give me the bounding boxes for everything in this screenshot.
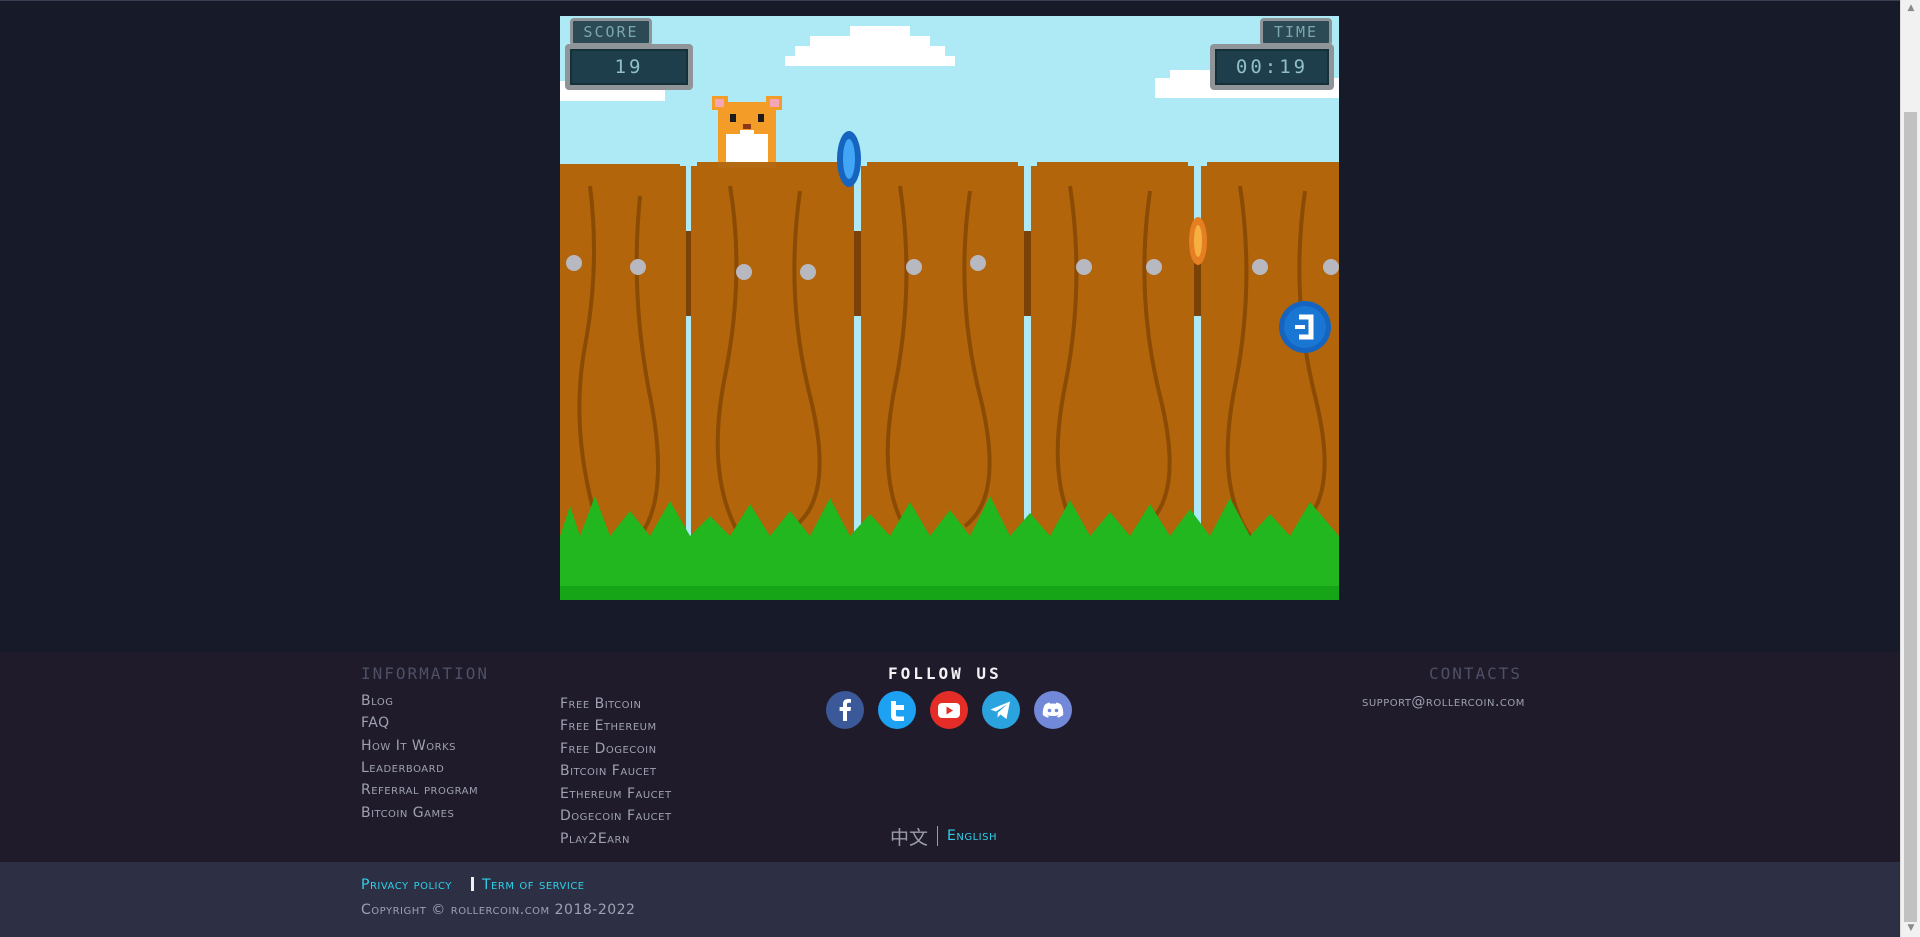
footer-link-leaderboard[interactable]: Leaderboard — [361, 760, 444, 776]
score-label: SCORE — [570, 18, 652, 46]
footer-link-faq[interactable]: FAQ — [361, 715, 390, 731]
footer-link-dogecoin-faucet[interactable]: Dogecoin Faucet — [560, 808, 672, 824]
copyright-text: Copyright © rollercoin.com 2018-2022 — [361, 902, 636, 918]
footer-link-free-ethereum[interactable]: Free Ethereum — [560, 718, 657, 734]
language-english[interactable]: English — [947, 828, 997, 844]
discord-icon[interactable] — [1034, 691, 1072, 729]
footer-link-how-it-works[interactable]: How It Works — [361, 738, 456, 754]
game-scene — [560, 16, 1339, 600]
telegram-icon[interactable] — [982, 691, 1020, 729]
score-display: 19 — [565, 44, 693, 90]
time-label: TIME — [1260, 18, 1332, 46]
link-separator — [471, 877, 474, 891]
information-heading: Information — [361, 664, 489, 683]
time-display: 00:19 — [1210, 44, 1334, 90]
dash-coin[interactable] — [1279, 299, 1331, 355]
footer-link-referral[interactable]: Referral program — [361, 782, 478, 798]
footer-link-bitcoin-faucet[interactable]: Bitcoin Faucet — [560, 763, 656, 779]
footer-link-bitcoin-games[interactable]: Bitcoin Games — [361, 805, 454, 821]
hamster-character — [712, 96, 782, 168]
twitter-icon[interactable] — [878, 691, 916, 729]
game-canvas[interactable]: SCORE 19 TIME 00:19 — [560, 16, 1339, 600]
support-email[interactable]: support@rollercoin.com — [1362, 694, 1525, 710]
youtube-icon[interactable] — [930, 691, 968, 729]
contacts-heading: Contacts — [1429, 664, 1523, 683]
scroll-thumb[interactable] — [1904, 112, 1917, 922]
facebook-icon[interactable] — [826, 691, 864, 729]
top-border — [0, 0, 1900, 1]
scroll-up-icon[interactable]: ▲ — [1901, 0, 1920, 17]
language-chinese[interactable]: 中文 — [890, 823, 928, 850]
terms-of-service-link[interactable]: Term of service — [482, 877, 585, 893]
footer-link-free-dogecoin[interactable]: Free Dogecoin — [560, 741, 657, 757]
footer-link-play2earn[interactable]: Play2Earn — [560, 831, 630, 847]
language-separator — [937, 826, 938, 846]
follow-us-heading: Follow us — [888, 664, 1002, 683]
bottom-bar — [0, 862, 1900, 937]
footer-link-ethereum-faucet[interactable]: Ethereum Faucet — [560, 786, 672, 802]
orange-coin[interactable] — [1188, 216, 1208, 266]
footer-link-blog[interactable]: Blog — [361, 693, 393, 709]
page-scrollbar[interactable]: ▲ ▼ — [1900, 0, 1920, 937]
footer-link-free-bitcoin[interactable]: Free Bitcoin — [560, 696, 641, 712]
blue-coin[interactable] — [836, 130, 862, 188]
privacy-policy-link[interactable]: Privacy policy — [361, 877, 452, 893]
scroll-down-icon[interactable]: ▼ — [1901, 920, 1920, 937]
